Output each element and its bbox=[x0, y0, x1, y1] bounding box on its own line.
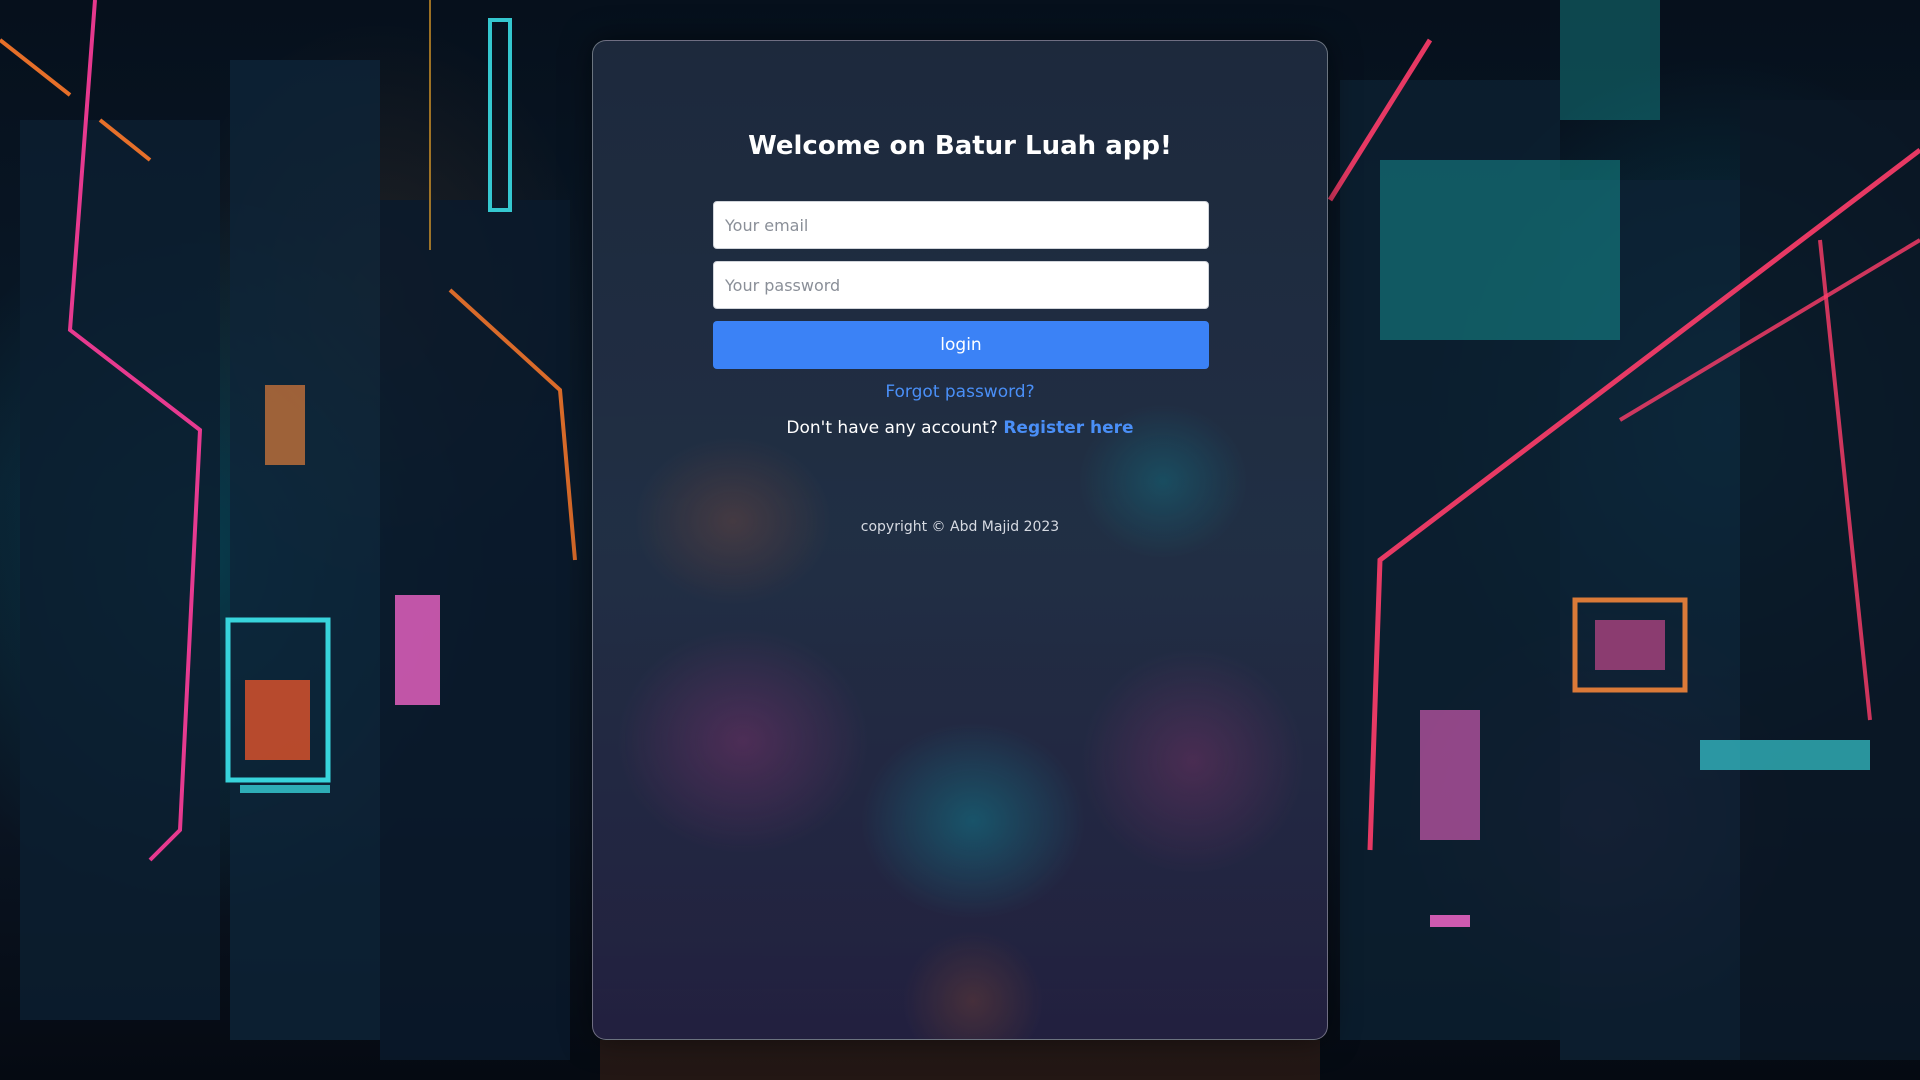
login-page: Welcome on Batur Luah app! login Forgot … bbox=[0, 0, 1920, 1080]
copyright-text: copyright © Abd Majid 2023 bbox=[860, 519, 1060, 535]
register-link[interactable]: Register here bbox=[1003, 418, 1133, 438]
no-account-text: Don't have any account? bbox=[786, 418, 1004, 438]
email-input[interactable] bbox=[713, 201, 1209, 249]
page-title: Welcome on Batur Luah app! bbox=[748, 131, 1172, 161]
login-card: Welcome on Batur Luah app! login Forgot … bbox=[592, 40, 1328, 1040]
register-prompt: Don't have any account? Register here bbox=[593, 418, 1327, 438]
forgot-password-link[interactable]: Forgot password? bbox=[593, 382, 1327, 402]
password-input[interactable] bbox=[713, 261, 1209, 309]
login-button[interactable]: login bbox=[713, 321, 1209, 369]
